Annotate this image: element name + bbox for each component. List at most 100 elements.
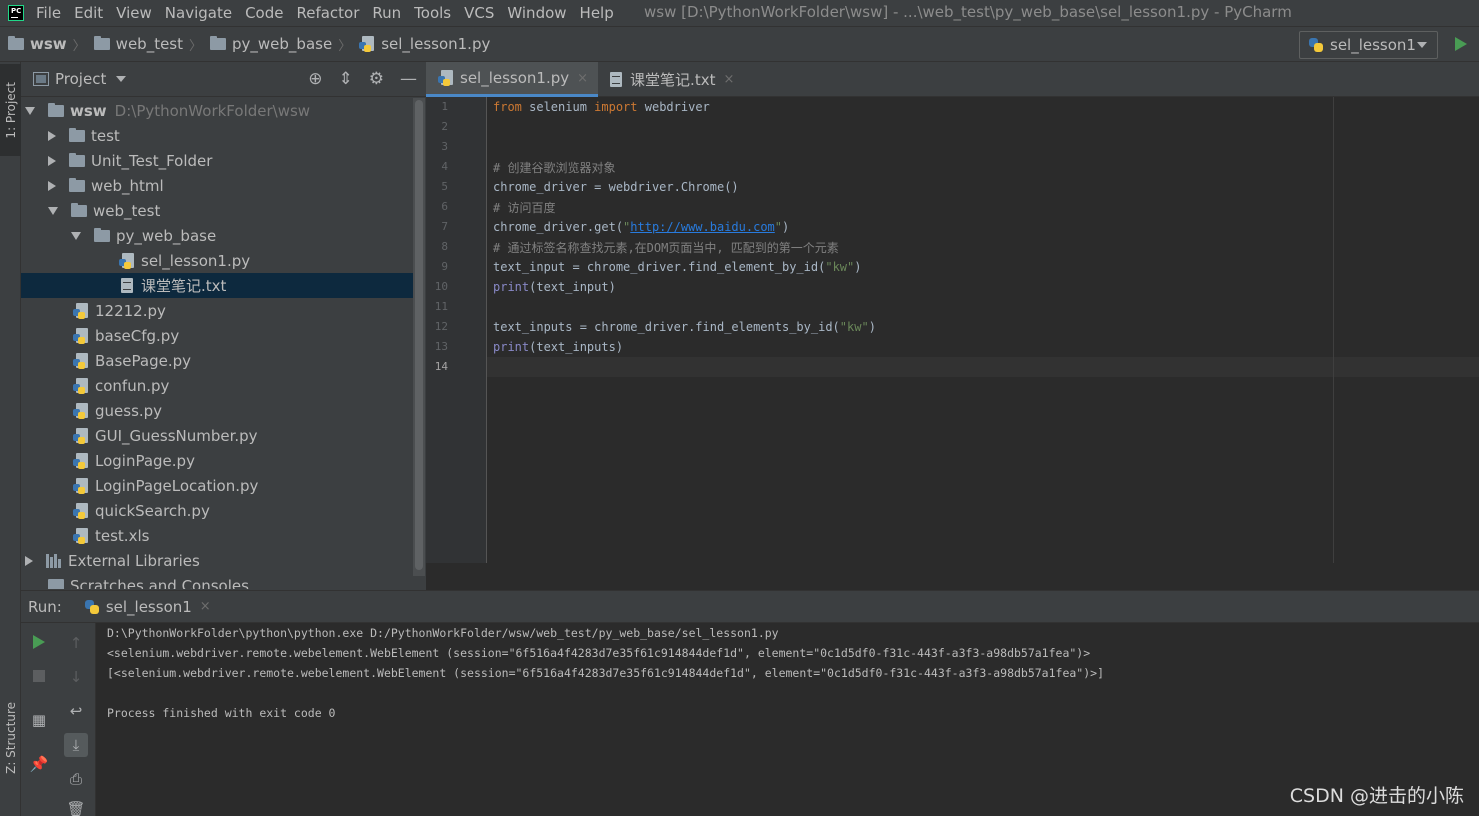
layout-icon: ▦ <box>31 711 47 729</box>
project-panel: Project ⊕ ⇕ ⚙ — wsw D:\PythonWorkFolder\w… <box>21 62 426 590</box>
run-toolbar: ▦ 📌 ↑ ↓ ↩ ⤓ ⎙ 🗑 <box>21 623 96 816</box>
menu-window[interactable]: Window <box>507 4 566 22</box>
gear-icon[interactable]: ⚙ <box>369 71 384 88</box>
tree-item-test[interactable]: test <box>21 123 413 148</box>
stop-icon <box>33 670 45 682</box>
pin-button[interactable]: 📌 <box>27 752 51 776</box>
breadcrumb-sel-lesson1[interactable]: sel_lesson1.py <box>359 35 490 53</box>
close-icon[interactable]: × <box>200 599 211 614</box>
tree-item-loginpage[interactable]: LoginPage.py <box>21 448 413 473</box>
close-icon[interactable]: × <box>723 72 734 87</box>
tab-sel-lesson1[interactable]: sel_lesson1.py × <box>426 62 599 97</box>
chevron-down-icon <box>1417 42 1427 48</box>
tree-item-basepage[interactable]: BasePage.py <box>21 348 413 373</box>
project-tree-scrollbar[interactable] <box>413 98 425 576</box>
menu-tools[interactable]: Tools <box>414 4 451 22</box>
menu-file[interactable]: File <box>36 4 61 22</box>
menu-code[interactable]: Code <box>245 4 283 22</box>
line-number: 3 <box>441 140 448 153</box>
pycharm-logo-icon: PC <box>8 5 24 21</box>
run-configuration-select[interactable]: sel_lesson1 <box>1299 31 1438 59</box>
rerun-button[interactable] <box>27 630 51 654</box>
layout-button[interactable]: ▦ <box>27 708 51 732</box>
run-button[interactable] <box>1455 37 1467 51</box>
file-icon <box>73 527 89 544</box>
clear-button[interactable]: 🗑 <box>64 797 88 816</box>
tree-item-scratches[interactable]: Scratches and Consoles <box>21 573 413 589</box>
tree-item-py-web-base[interactable]: py_web_base <box>21 223 413 248</box>
python-file-icon <box>73 327 89 344</box>
tree-item-guess[interactable]: guess.py <box>21 398 413 423</box>
code-line-6: # 访问百度 <box>493 201 556 215</box>
line-number-current: 14 <box>434 360 448 373</box>
run-console[interactable]: D:\PythonWorkFolder\python\python.exe D:… <box>96 623 1479 816</box>
structure-tool-tab[interactable]: Z: Structure <box>0 688 21 788</box>
folder-icon <box>210 36 227 50</box>
logo-text: PC <box>11 7 22 15</box>
collapsed-arrow-icon <box>25 555 33 566</box>
soft-wrap-button[interactable]: ↩ <box>64 699 88 723</box>
code-line-13: print(text_inputs) <box>493 340 624 354</box>
code-editor[interactable]: from selenium import webdriver # 创建谷歌浏览器… <box>487 97 1479 563</box>
menu-help[interactable]: Help <box>580 4 614 22</box>
project-tool-tab[interactable]: 1: Project <box>0 64 21 156</box>
project-view-select[interactable]: Project <box>33 70 127 88</box>
tree-item-sel-lesson1[interactable]: sel_lesson1.py <box>21 248 413 273</box>
tree-item-confun[interactable]: confun.py <box>21 373 413 398</box>
python-file-icon <box>359 36 375 52</box>
tree-item-web-test[interactable]: web_test <box>21 198 413 223</box>
scroll-to-end-button[interactable]: ⤓ <box>64 733 88 757</box>
tree-root[interactable]: wsw D:\PythonWorkFolder\wsw <box>21 98 413 123</box>
print-button[interactable]: ⎙ <box>64 767 88 791</box>
code-line-4: # 创建谷歌浏览器对象 <box>493 161 616 175</box>
breadcrumb-py-web-base[interactable]: py_web_base 〉 <box>210 35 351 54</box>
python-file-icon <box>73 502 89 519</box>
breadcrumb-wsw[interactable]: wsw 〉 <box>8 35 86 54</box>
arrow-down-icon: ↓ <box>69 668 83 686</box>
tree-item-basecfg[interactable]: baseCfg.py <box>21 323 413 348</box>
menu-view[interactable]: View <box>116 4 152 22</box>
editor-tabs: sel_lesson1.py × 课堂笔记.txt × <box>426 62 1479 97</box>
menu-vcs[interactable]: VCS <box>464 4 494 22</box>
folder-icon <box>94 227 110 242</box>
tree-item-test-xls[interactable]: test.xls <box>21 523 413 548</box>
tree-item-gui-guessnumber[interactable]: GUI_GuessNumber.py <box>21 423 413 448</box>
tab-notes-txt[interactable]: 课堂笔记.txt × <box>598 62 744 97</box>
tree-item-loginpagelocation[interactable]: LoginPageLocation.py <box>21 473 413 498</box>
chevron-down-icon <box>116 76 127 82</box>
menu-edit[interactable]: Edit <box>74 4 103 22</box>
scroll-down-button[interactable]: ↓ <box>64 665 88 689</box>
stop-button[interactable] <box>27 664 51 688</box>
tree-item-external-libraries[interactable]: External Libraries <box>21 548 413 573</box>
locate-icon[interactable]: ⊕ <box>308 71 322 88</box>
tree-item-notes-txt[interactable]: 课堂笔记.txt <box>21 273 413 298</box>
line-number: 1 <box>441 100 448 113</box>
run-panel-header: Run: sel_lesson1 × <box>21 590 1479 623</box>
folder-icon <box>93 36 110 50</box>
code-line-1: from selenium import webdriver <box>493 100 710 114</box>
menu-refactor[interactable]: Refactor <box>296 4 359 22</box>
close-icon[interactable]: × <box>577 71 588 86</box>
collapse-all-icon[interactable]: ⇕ <box>339 71 353 88</box>
console-line: <selenium.webdriver.remote.webelement.We… <box>107 646 1091 660</box>
scroll-up-button[interactable]: ↑ <box>64 631 88 655</box>
tree-item-unit-test-folder[interactable]: Unit_Test_Folder <box>21 148 413 173</box>
tree-item-web-html[interactable]: web_html <box>21 173 413 198</box>
chevron-right-icon: 〉 <box>189 38 203 54</box>
expanded-arrow-icon <box>71 231 81 240</box>
menu-run[interactable]: Run <box>372 4 401 22</box>
right-margin-guide <box>1333 97 1334 563</box>
breadcrumb-web-test[interactable]: web_test 〉 <box>93 35 203 54</box>
menu-navigate[interactable]: Navigate <box>165 4 232 22</box>
tree-item-12212[interactable]: 12212.py <box>21 298 413 323</box>
folder-icon <box>48 102 64 117</box>
tree-item-quicksearch[interactable]: quickSearch.py <box>21 498 413 523</box>
navigation-bar: wsw 〉 web_test 〉 py_web_base 〉 sel_lesson1.… <box>0 26 1479 62</box>
python-file-icon <box>73 477 89 494</box>
hide-icon[interactable]: — <box>400 71 417 88</box>
line-number: 10 <box>434 280 448 293</box>
scroll-to-end-icon: ⤓ <box>72 736 80 754</box>
url-link[interactable]: http://www.baidu.com <box>630 220 775 234</box>
run-tab-sel-lesson1[interactable]: sel_lesson1 × <box>84 598 211 616</box>
folder-icon <box>69 177 85 192</box>
